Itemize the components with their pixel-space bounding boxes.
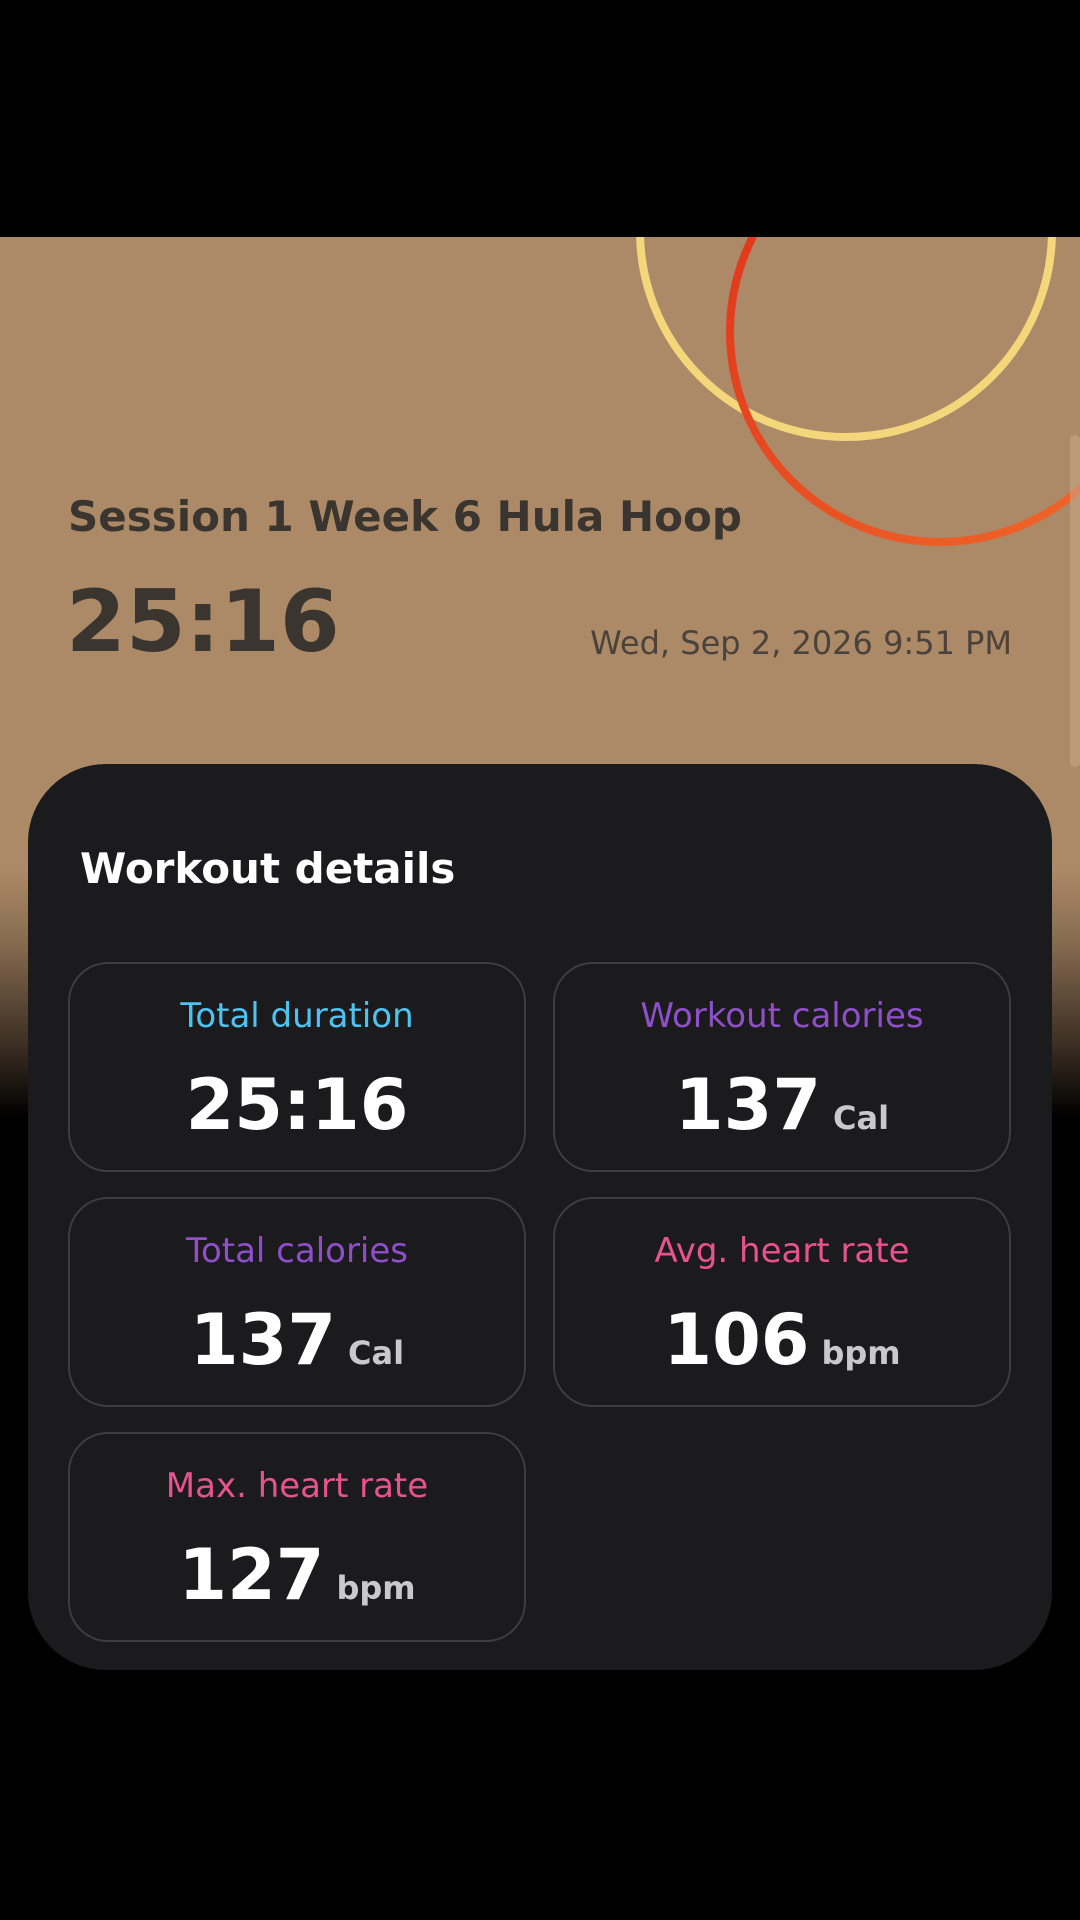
workout-datetime: Wed, Sep 2, 2026 9:51 PM — [590, 624, 1012, 662]
stat-workout-calories[interactable]: Workout calories 137 Cal — [553, 962, 1011, 1172]
stat-max-heart-rate[interactable]: Max. heart rate 127 bpm — [68, 1432, 526, 1642]
stat-value: 127 — [178, 1534, 325, 1616]
stat-value: 106 — [663, 1299, 810, 1381]
workout-title: Session 1 Week 6 Hula Hoop — [68, 492, 742, 541]
stat-label: Avg. heart rate — [654, 1231, 910, 1271]
stat-label: Total duration — [180, 996, 414, 1036]
stat-unit: bpm — [336, 1569, 416, 1607]
stat-total-duration[interactable]: Total duration 25:16 — [68, 962, 526, 1172]
workout-details-heading: Workout details — [80, 844, 456, 893]
stat-unit: Cal — [833, 1099, 890, 1137]
stat-unit: Cal — [348, 1334, 405, 1372]
stat-value-row: 25:16 — [70, 1064, 524, 1146]
stat-value-row: 137 Cal — [70, 1299, 524, 1381]
stat-label: Max. heart rate — [165, 1466, 429, 1506]
stat-avg-heart-rate[interactable]: Avg. heart rate 106 bpm — [553, 1197, 1011, 1407]
stat-value: 137 — [674, 1064, 822, 1146]
stat-value-row: 137 Cal — [555, 1064, 1009, 1146]
workout-duration: 25:16 — [66, 572, 340, 672]
stat-value: 137 — [189, 1299, 337, 1381]
stat-unit: bpm — [821, 1334, 901, 1372]
stat-value: 25:16 — [185, 1064, 409, 1146]
stat-total-calories[interactable]: Total calories 137 Cal — [68, 1197, 526, 1407]
red-ring — [726, 237, 1080, 546]
stat-value-row: 106 bpm — [555, 1299, 1009, 1381]
yellow-ring — [636, 237, 1056, 441]
stat-label: Workout calories — [640, 996, 924, 1036]
stat-label: Total calories — [185, 1231, 409, 1271]
stat-value-row: 127 bpm — [70, 1534, 524, 1616]
scrollbar-thumb[interactable] — [1070, 435, 1080, 767]
